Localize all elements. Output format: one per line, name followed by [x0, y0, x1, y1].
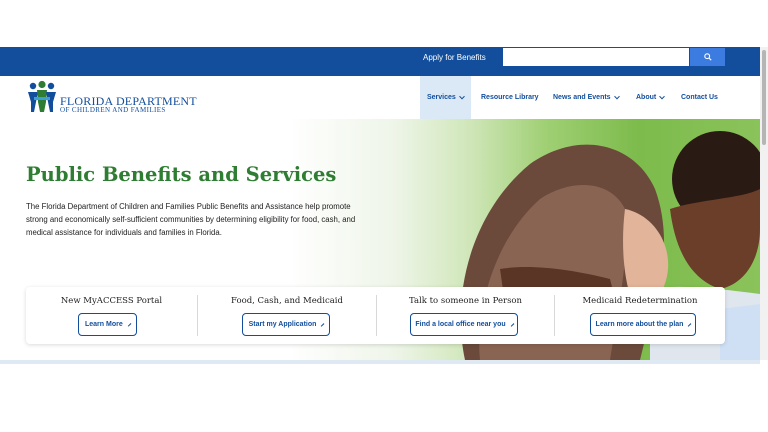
card-title: Medicaid Redetermination	[582, 296, 698, 306]
chevron-right-icon	[127, 322, 132, 327]
card-food-cash-medicaid: Food, Cash, and Medicaid Start my Applic…	[198, 287, 376, 344]
logo-text-line2[interactable]: OF CHILDREN AND FAMILIES	[60, 106, 166, 114]
nav-news-label: News and Events	[553, 94, 611, 101]
chevron-down-icon	[613, 93, 620, 99]
card-title: Food, Cash, and Medicaid	[231, 296, 343, 306]
button-label: Find a local office near you	[415, 321, 506, 328]
button-label: Start my Application	[248, 321, 317, 328]
nav-about-label: About	[636, 94, 657, 101]
chevron-right-icon	[688, 322, 692, 327]
chevron-right-icon	[510, 322, 514, 327]
nav-contact-us[interactable]: Contact Us	[681, 76, 718, 119]
nav-services[interactable]: Services	[420, 76, 471, 119]
quick-links-card: New MyACCESS Portal Learn More Food, Cas…	[26, 287, 725, 344]
hero-description: The Florida Department of Children and F…	[26, 202, 356, 237]
button-label: Learn More	[85, 321, 123, 328]
card-medicaid-redetermination: Medicaid Redetermination Learn more abou…	[555, 287, 725, 344]
bottom-strip	[0, 360, 760, 364]
card-title: New MyACCESS Portal	[60, 296, 163, 306]
scrollbar-thumb[interactable]	[762, 50, 766, 145]
search-input[interactable]	[503, 48, 689, 66]
search-icon	[703, 53, 712, 61]
nav-resource-library[interactable]: Resource Library	[481, 76, 539, 119]
chevron-right-icon	[321, 322, 325, 327]
button-label: Learn more about the plan	[595, 321, 684, 328]
search-button[interactable]	[690, 48, 725, 66]
start-application-button[interactable]: Start my Application	[242, 313, 330, 336]
apply-for-benefits-link[interactable]: Apply for Benefits	[423, 53, 486, 62]
learn-more-button[interactable]: Learn More	[78, 313, 137, 336]
nav-contact-label: Contact Us	[681, 94, 718, 101]
card-myaccess: New MyACCESS Portal Learn More	[26, 287, 197, 344]
hero-title: Public Benefits and Services	[26, 163, 337, 186]
chevron-down-icon	[659, 93, 666, 99]
dcf-logo-icon[interactable]	[25, 80, 59, 114]
nav-news-and-events[interactable]: News and Events	[553, 76, 620, 119]
nav-resource-library-label: Resource Library	[481, 94, 539, 101]
nav-about[interactable]: About	[636, 76, 666, 119]
card-title: Talk to someone in Person	[408, 296, 523, 306]
card-talk-in-person: Talk to someone in Person Find a local o…	[377, 287, 554, 344]
learn-more-plan-button[interactable]: Learn more about the plan	[590, 313, 696, 336]
chevron-down-icon	[458, 93, 465, 99]
find-local-office-button[interactable]: Find a local office near you	[410, 313, 518, 336]
nav-services-label: Services	[427, 94, 456, 101]
